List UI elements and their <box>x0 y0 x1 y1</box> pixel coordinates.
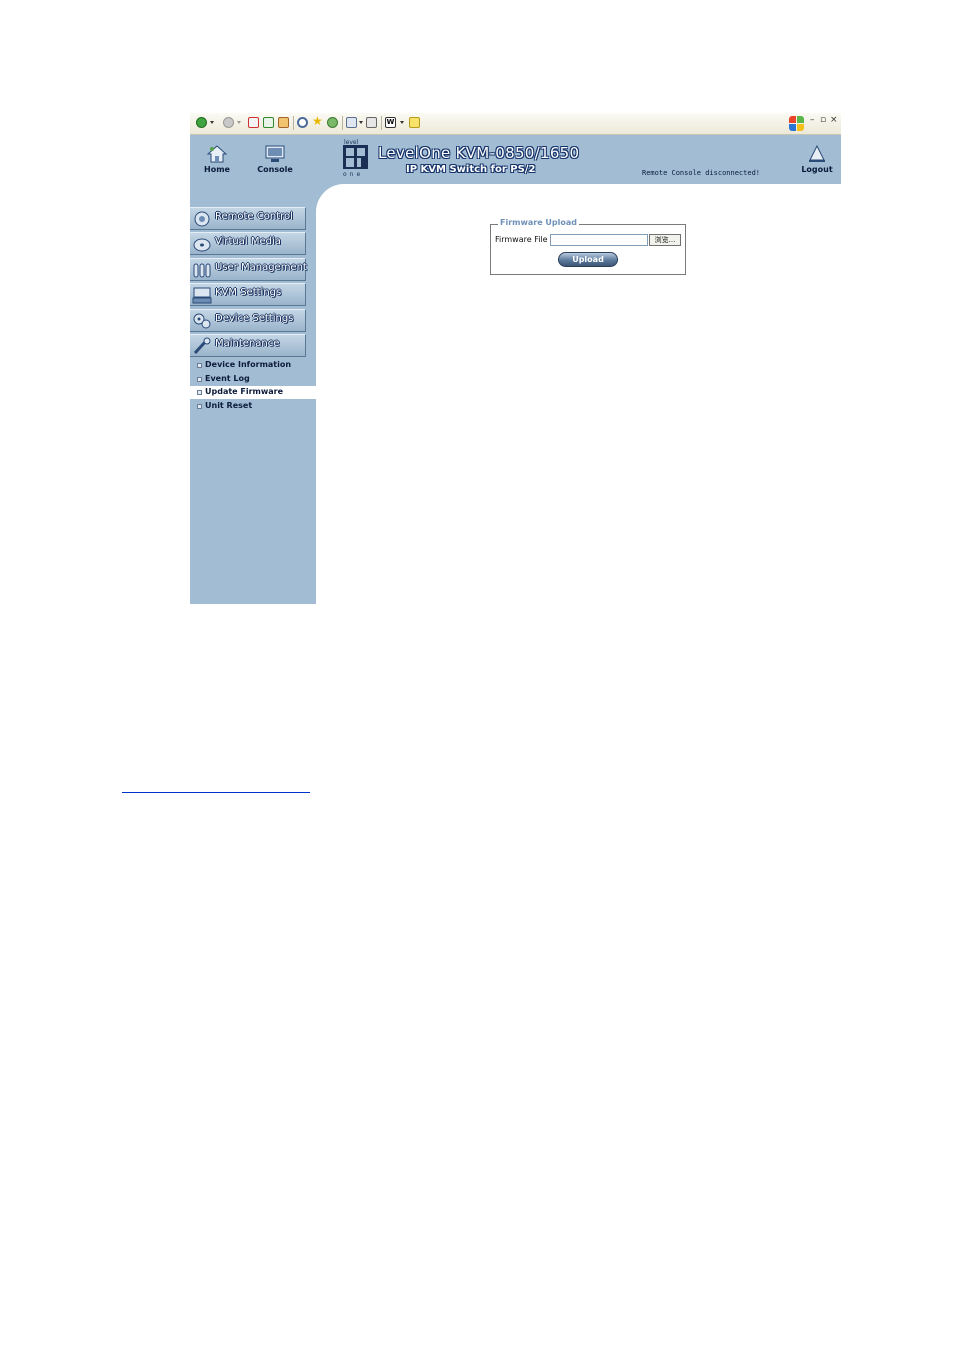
favorites-icon[interactable]: ★ <box>312 115 323 127</box>
submenu-update-firmware[interactable]: Update Firmware <box>190 386 316 399</box>
svg-text:one: one <box>343 171 363 177</box>
refresh-icon[interactable] <box>263 117 274 128</box>
console-button[interactable]: Console <box>249 145 301 174</box>
search-icon[interactable] <box>297 117 308 128</box>
menu-label: Virtual Media <box>215 236 281 247</box>
toolbar-separator <box>381 116 382 130</box>
close-icon[interactable]: × <box>830 115 838 125</box>
remote-control-icon <box>194 211 210 227</box>
firmware-file-label: Firmware File <box>495 235 548 244</box>
users-icon <box>193 263 211 278</box>
footer-link-underline[interactable] <box>122 792 310 793</box>
toolbar-separator <box>293 116 294 130</box>
menu-virtual-media[interactable]: Virtual Media <box>190 232 306 255</box>
bullet-icon <box>197 404 202 409</box>
menu-label: Maintenance <box>215 338 280 349</box>
back-icon[interactable] <box>196 117 207 128</box>
logout-label: Logout <box>801 165 833 174</box>
word-edit-icon[interactable]: W <box>385 117 396 128</box>
windows-logo-icon <box>788 115 804 131</box>
firmware-upload-legend: Firmware Upload <box>498 218 580 227</box>
menu-label: KVM Settings <box>215 287 282 298</box>
bullet-icon <box>197 377 202 382</box>
submenu-device-information[interactable]: Device Information <box>190 359 316 372</box>
firmware-upload-group: Firmware Upload Firmware File 浏览... Uplo… <box>490 218 686 275</box>
firmware-file-input[interactable] <box>550 234 648 246</box>
submenu-event-log[interactable]: Event Log <box>190 373 316 386</box>
product-subtitle: IP KVM Switch for PS/2 <box>406 164 536 175</box>
submenu-label: Device Information <box>205 360 292 369</box>
menu-label: User Management <box>215 262 307 273</box>
toolbar-separator <box>342 116 343 130</box>
menu-remote-control[interactable]: Remote Control <box>190 207 306 230</box>
bullet-icon <box>197 390 202 395</box>
forward-dropdown-icon[interactable] <box>237 121 241 124</box>
upload-button[interactable]: Upload <box>558 252 618 267</box>
menu-maintenance[interactable]: Maintenance <box>190 334 306 357</box>
app-header: Home Console level one LevelOne KVM-0850… <box>190 135 841 184</box>
browse-button[interactable]: 浏览... <box>649 234 681 246</box>
logout-cone-icon <box>807 144 827 163</box>
console-status-text: Remote Console disconnected! <box>642 169 761 177</box>
home-label: Home <box>204 165 230 174</box>
back-dropdown-icon[interactable] <box>210 121 214 124</box>
restore-icon[interactable]: ▫ <box>820 115 826 125</box>
logout-button[interactable]: Logout <box>791 144 843 174</box>
messenger-icon[interactable] <box>409 117 420 128</box>
submenu-label: Event Log <box>205 374 250 383</box>
bullet-icon <box>197 363 202 368</box>
minimize-icon[interactable]: – <box>810 115 815 125</box>
submenu-unit-reset[interactable]: Unit Reset <box>190 400 316 413</box>
kvm-icon <box>192 287 212 304</box>
gears-icon <box>193 313 211 329</box>
menu-kvm-settings[interactable]: KVM Settings <box>190 283 306 306</box>
mail-icon[interactable] <box>346 117 357 128</box>
browser-screenshot: ★ W – ▫ × Home Console level one LevelOn… <box>190 113 841 604</box>
svg-text:level: level <box>344 139 359 146</box>
submenu-label: Update Firmware <box>205 387 284 396</box>
submenu-label: Unit Reset <box>205 401 253 410</box>
home-button[interactable]: Home <box>191 145 243 174</box>
mail-dropdown-icon[interactable] <box>359 121 363 124</box>
console-label: Console <box>257 165 293 174</box>
history-icon[interactable] <box>327 117 338 128</box>
disc-icon <box>193 238 211 252</box>
house-icon <box>206 145 228 163</box>
stop-icon[interactable] <box>248 117 259 128</box>
browser-toolbar: ★ W – ▫ × <box>190 113 841 135</box>
menu-user-management[interactable]: User Management <box>190 258 307 281</box>
levelone-logo-icon: level one <box>343 139 368 177</box>
menu-device-settings[interactable]: Device Settings <box>190 309 306 332</box>
edit-dropdown-icon[interactable] <box>400 121 404 124</box>
forward-icon[interactable] <box>223 117 234 128</box>
menu-label: Remote Control <box>215 211 293 222</box>
menu-label: Device Settings <box>215 313 294 324</box>
monitor-icon <box>265 145 285 163</box>
wrench-icon <box>193 337 211 355</box>
product-title: LevelOne KVM-0850/1650 <box>378 144 580 162</box>
home-browser-icon[interactable] <box>278 117 289 128</box>
print-icon[interactable] <box>366 117 377 128</box>
